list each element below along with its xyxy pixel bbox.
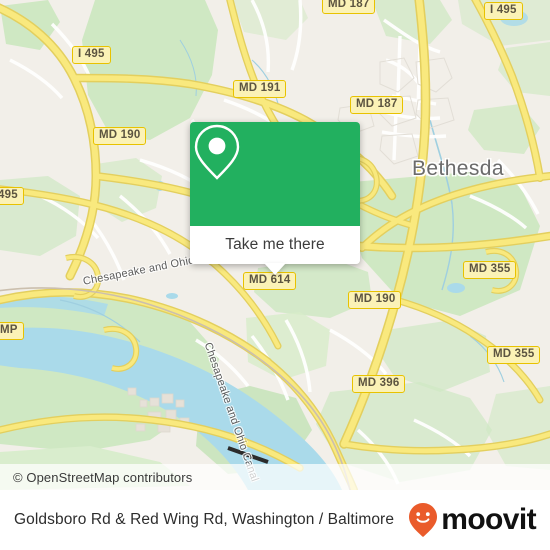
road-shield-md190-lower[interactable]: MD 190	[348, 291, 402, 309]
place-label-bethesda: Bethesda	[412, 157, 504, 180]
road-shield-495-left-edge[interactable]: 495	[0, 187, 24, 205]
take-me-there-button[interactable]: Take me there	[190, 226, 360, 275]
road-shield-i495-left[interactable]: I 495	[72, 46, 111, 64]
road-shield-md190-upper[interactable]: MD 190	[93, 127, 147, 145]
attribution-text: © OpenStreetMap contributors	[13, 469, 193, 485]
station-title: Goldsboro Rd & Red Wing Rd, Washington /…	[14, 511, 395, 528]
popup-tail	[264, 263, 286, 275]
moovit-wordmark: moovit	[441, 503, 536, 536]
road-shield-md191[interactable]: MD 191	[233, 80, 287, 98]
footer-bar: Goldsboro Rd & Red Wing Rd, Washington /…	[0, 490, 550, 550]
popup-icon-area	[190, 122, 360, 226]
moovit-smiley-pin-icon	[409, 503, 438, 537]
moovit-brand[interactable]: moovit	[408, 502, 537, 538]
road-shield-i495-top-right[interactable]: I 495	[484, 2, 523, 20]
map-attribution: © OpenStreetMap contributors	[0, 464, 550, 490]
map-pin-icon	[194, 124, 240, 180]
moovit-station-map-screen: Bethesda Chesapeake and Ohio Canal Chesa…	[0, 0, 550, 550]
road-shield-md355-upper[interactable]: MD 355	[463, 261, 517, 279]
take-me-there-popup[interactable]: Take me there	[190, 122, 360, 275]
road-shield-md187-top[interactable]: MD 187	[322, 0, 376, 14]
map-canvas[interactable]: Bethesda Chesapeake and Ohio Canal Chesa…	[0, 0, 550, 490]
road-shield-md396[interactable]: MD 396	[352, 375, 406, 393]
road-shield-md187[interactable]: MD 187	[350, 96, 404, 114]
take-me-there-label: Take me there	[225, 236, 325, 253]
road-shield-md355-lower[interactable]: MD 355	[487, 346, 541, 364]
road-shield-ramp-left-edge[interactable]: MP	[0, 322, 24, 340]
